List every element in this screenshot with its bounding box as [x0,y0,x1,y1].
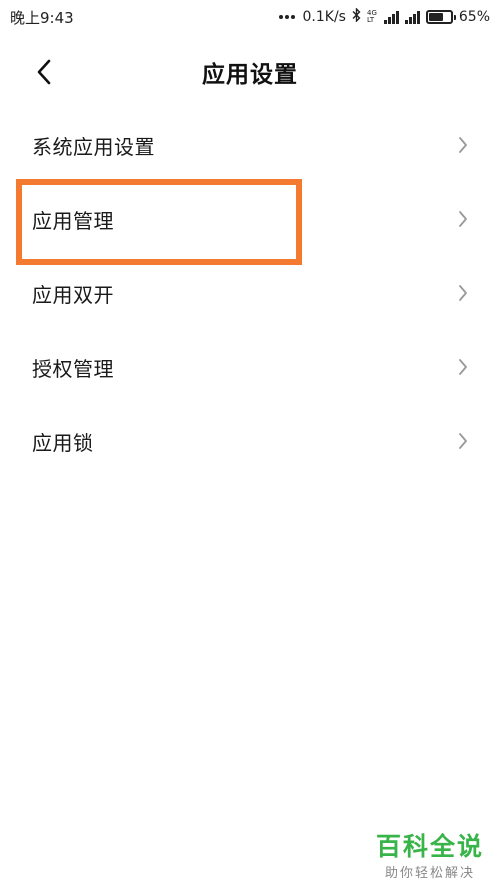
watermark-logo: 百科全说 助你轻松解决 [374,832,486,881]
back-button[interactable] [24,52,64,92]
more-notifications-icon [278,15,295,19]
chevron-right-icon [456,432,470,450]
bluetooth-icon [352,7,361,26]
settings-list: 系统应用设置 应用管理 应用双开 授权管理 应用锁 [0,108,500,478]
status-left: 晚上9:43 [10,7,74,28]
signal-icon-sim2 [404,10,420,24]
list-item-label: 应用锁 [32,430,94,455]
status-time: 晚上9:43 [10,8,74,27]
list-item-label: 授权管理 [32,356,114,381]
chevron-right-icon [456,210,470,228]
list-item-permissions[interactable]: 授权管理 [0,330,500,404]
screen: 晚上9:43 0.1K/s 4G LT 65% 应用设置 系统应用设置 应用管理… [0,0,500,889]
list-item-system-app-settings[interactable]: 系统应用设置 [0,108,500,182]
watermark-subtitle: 助你轻松解决 [384,866,475,881]
status-bar: 晚上9:43 0.1K/s 4G LT 65% [0,0,500,34]
network-type: 4G LT [366,9,377,24]
header: 应用设置 [0,44,500,100]
status-right: 0.1K/s 4G LT 65% [278,7,490,26]
net-speed: 0.1K/s [302,9,346,25]
watermark-title: 百科全说 [375,832,484,861]
battery-fill [428,13,443,21]
list-item-app-management[interactable]: 应用管理 [0,182,500,256]
list-item-label: 应用管理 [32,208,114,233]
chevron-right-icon [456,284,470,302]
list-item-label: 系统应用设置 [32,134,155,159]
battery-icon [425,10,456,24]
chevron-left-icon [37,59,51,85]
signal-icon-sim1 [383,10,399,24]
chevron-right-icon [456,136,470,154]
chevron-right-icon [456,358,470,376]
page-title: 应用设置 [202,62,298,88]
list-item-dual-apps[interactable]: 应用双开 [0,256,500,330]
battery-percent: 65% [458,9,490,25]
list-item-label: 应用双开 [32,282,114,307]
list-item-app-lock[interactable]: 应用锁 [0,404,500,478]
